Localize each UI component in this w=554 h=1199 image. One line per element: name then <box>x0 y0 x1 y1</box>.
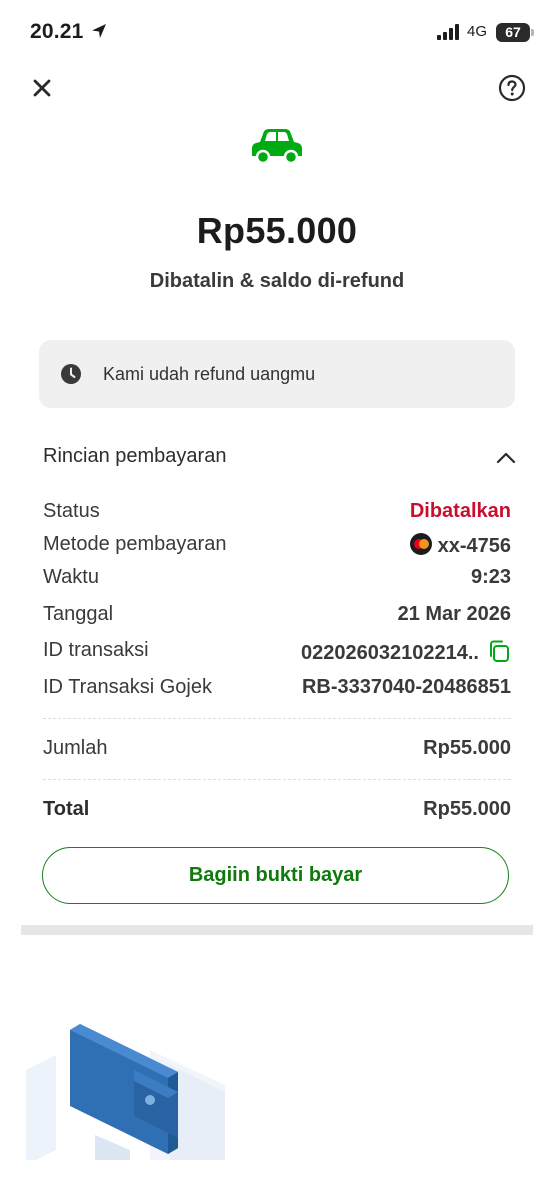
car-icon <box>252 129 302 165</box>
detail-row-time: Waktu 9:23 <box>43 566 511 594</box>
detail-label: Tanggal <box>43 603 114 625</box>
transaction-amount: Rp55.000 <box>196 210 358 251</box>
detail-label: ID transaksi <box>43 639 149 661</box>
clock-icon <box>61 364 81 384</box>
close-button[interactable] <box>26 72 58 104</box>
wallet-illustration <box>26 1024 225 1160</box>
chevron-up-icon <box>496 452 516 464</box>
detail-row-gojek-id: ID Transaksi Gojek RB-3337040-20486851 <box>43 676 511 704</box>
amount-row: Jumlah Rp55.000 <box>43 737 511 765</box>
detail-row-status: Status Dibatalkan <box>43 500 511 528</box>
total-row: Total Rp55.000 <box>43 798 511 826</box>
help-button[interactable] <box>496 72 528 104</box>
network-type: 4G <box>467 23 488 40</box>
date-value: 21 Mar 2026 <box>397 603 511 625</box>
status-value: Dibatalkan <box>409 500 511 522</box>
detail-label: Waktu <box>43 566 99 588</box>
amount-value: Rp55.000 <box>423 737 511 759</box>
transaction-id-value: 022026032102214.. <box>301 639 511 665</box>
battery-tip <box>531 29 534 36</box>
close-icon <box>33 79 51 97</box>
divider <box>43 718 511 719</box>
detail-label: ID Transaksi Gojek <box>43 676 212 698</box>
location-arrow-icon <box>92 24 106 38</box>
copy-icon[interactable] <box>487 639 511 663</box>
notice-text: Kami udah refund uangmu <box>103 364 316 384</box>
section-separator <box>21 925 533 935</box>
payment-method-value: xx-4756 <box>409 533 511 558</box>
refund-notice: Kami udah refund uangmu <box>39 340 515 408</box>
detail-row-date: Tanggal 21 Mar 2026 <box>43 603 511 631</box>
transaction-id: 022026032102214.. <box>301 642 479 664</box>
detail-row-transaction-id: ID transaksi 022026032102214.. <box>43 639 511 667</box>
detail-row-payment-method: Metode pembayaran xx-4756 <box>43 533 511 561</box>
help-icon <box>498 74 526 102</box>
amount-label: Jumlah <box>43 737 108 759</box>
signal-icon <box>437 24 459 40</box>
status-bar: 20.21 4G 67 <box>0 0 554 66</box>
card-number: xx-4756 <box>437 535 511 557</box>
gojek-id-value: RB-3337040-20486851 <box>301 676 511 698</box>
payment-details-toggle[interactable]: Rincian pembayaran <box>43 445 517 475</box>
status-time: 20.21 <box>30 20 84 43</box>
mastercard-icon <box>409 533 432 555</box>
section-title: Rincian pembayaran <box>43 445 227 467</box>
transaction-status-text: Dibatalin & saldo di-refund <box>149 270 405 292</box>
total-label: Total <box>43 798 90 820</box>
total-value: Rp55.000 <box>423 798 511 820</box>
time-value: 9:23 <box>470 566 511 588</box>
detail-label: Status <box>43 500 100 522</box>
divider <box>43 779 511 780</box>
detail-label: Metode pembayaran <box>43 533 227 555</box>
battery-indicator: 67 <box>496 23 530 42</box>
share-receipt-button[interactable]: Bagiin bukti bayar <box>42 847 509 904</box>
